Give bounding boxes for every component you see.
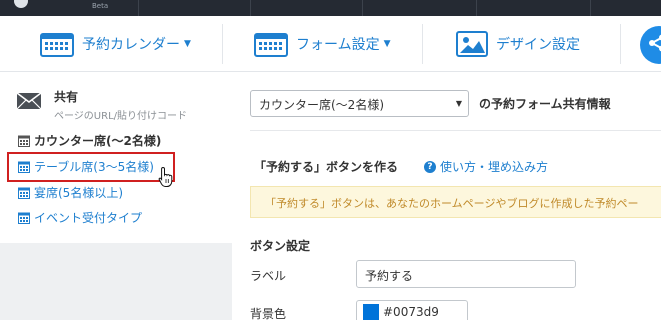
nav-form-settings-menu[interactable]: フォーム設定 ▼ (254, 16, 391, 72)
sidebar-item-label: イベント受付タイプ (34, 211, 143, 225)
divider (250, 130, 661, 131)
share-subtitle: ページのURL/貼り付けコード (54, 111, 188, 122)
help-link-label: 使い方・埋め込み方 (440, 160, 549, 174)
topbar-divider (362, 0, 363, 16)
calendar-icon (254, 31, 288, 57)
nav-divider (620, 24, 621, 64)
chevron-down-icon: ▼ (184, 39, 191, 49)
section-title: 「予約する」ボタンを作る (254, 160, 399, 174)
calendar-icon (40, 31, 74, 57)
calendar-icon (18, 135, 30, 147)
sidebar-item-label: 宴席(5名様以上) (34, 186, 123, 200)
nav-calendar-label: 予約カレンダー (82, 37, 180, 53)
calendar-icon (18, 187, 30, 199)
sidebar-item-banquet[interactable]: 宴席(5名様以上) (18, 184, 123, 201)
button-settings-heading: ボタン設定 (250, 239, 311, 253)
share-info-heading: の予約フォーム共有情報 (479, 97, 611, 111)
sidebar-item-label: カウンター席(〜2名様) (34, 134, 162, 148)
nav-divider (222, 24, 223, 64)
main-nav: 予約カレンダー ▼ フォーム設定 ▼ デザイン設定 (0, 16, 661, 72)
sidebar-item-event[interactable]: イベント受付タイプ (18, 209, 142, 226)
question-icon: ? (424, 160, 436, 173)
nav-form-settings-label: フォーム設定 (296, 37, 380, 53)
chevron-down-icon: ▼ (455, 99, 462, 108)
nav-divider (422, 24, 423, 64)
mail-icon (16, 92, 42, 114)
top-bar: Beta (0, 0, 661, 16)
label-field-label: ラベル (250, 269, 287, 283)
highlight-box (7, 152, 175, 182)
nav-design-settings-label: デザイン設定 (496, 37, 580, 53)
label-input[interactable]: 予約する (356, 260, 576, 288)
nav-calendar-menu[interactable]: 予約カレンダー ▼ (40, 16, 191, 72)
color-swatch[interactable] (363, 304, 379, 320)
bg-color-field-label: 背景色 (250, 307, 287, 320)
logo-icon[interactable] (14, 0, 28, 8)
share-title[interactable]: 共有 (54, 88, 78, 105)
label-input-value: 予約する (365, 269, 414, 283)
topbar-divider (250, 0, 251, 16)
hand-cursor-icon (158, 166, 176, 192)
share-button[interactable] (640, 26, 661, 64)
sidebar-footer (0, 243, 232, 320)
share-icon (648, 34, 661, 56)
chevron-down-icon: ▼ (383, 39, 391, 49)
bg-color-value: #0073d9 (383, 305, 439, 319)
topbar-divider (476, 0, 477, 16)
nav-design-settings[interactable]: デザイン設定 (456, 16, 580, 72)
sidebar-item-counter[interactable]: カウンター席(〜2名様) (18, 132, 161, 149)
notice-text: 「予約する」ボタンは、あなたのホームページやブログに作成した予約ペー (265, 197, 639, 210)
beta-badge: Beta (92, 2, 109, 10)
bg-color-input[interactable]: #0073d9 (356, 300, 468, 320)
calendar-icon (18, 212, 30, 224)
image-icon (456, 31, 488, 57)
notice-banner: 「予約する」ボタンは、あなたのホームページやブログに作成した予約ペー (250, 186, 661, 218)
calendar-select-value: カウンター席(〜2名様) (259, 98, 384, 112)
help-link[interactable]: ? 使い方・埋め込み方 (424, 158, 548, 175)
topbar-divider (590, 0, 591, 16)
share-header (16, 88, 42, 114)
topbar-divider (138, 0, 139, 16)
calendar-select[interactable]: カウンター席(〜2名様) ▼ (250, 90, 469, 117)
